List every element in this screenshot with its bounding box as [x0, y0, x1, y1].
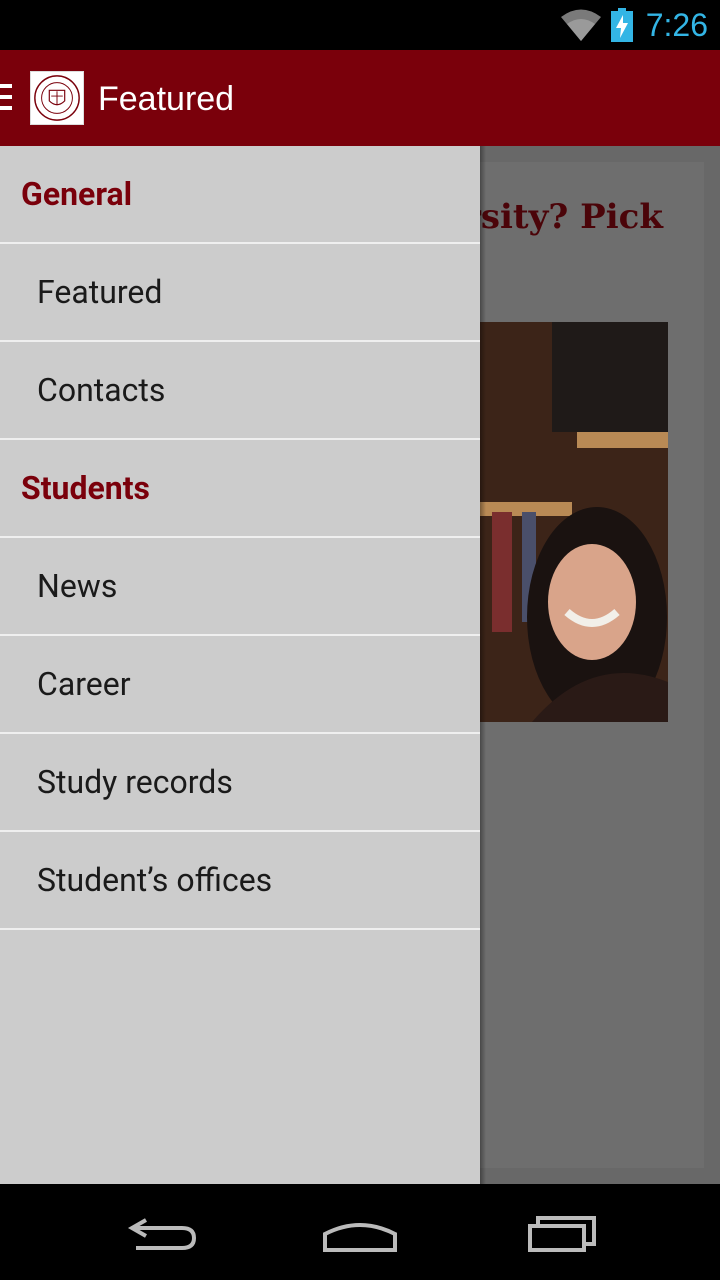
home-icon[interactable] — [320, 1198, 400, 1268]
status-bar: 7:26 — [0, 0, 720, 50]
back-icon[interactable] — [120, 1198, 200, 1268]
wifi-icon — [561, 9, 601, 41]
drawer-item-study-records[interactable]: Study records — [0, 734, 480, 832]
system-navigation-bar — [0, 1184, 720, 1280]
drawer-section-students: Students — [0, 440, 480, 538]
drawer-shadow — [480, 146, 486, 1184]
drawer-item-students-offices[interactable]: Student’s offices — [0, 832, 480, 930]
recents-icon[interactable] — [520, 1198, 600, 1268]
drawer-item-featured[interactable]: Featured — [0, 244, 480, 342]
battery-charging-icon — [611, 8, 633, 42]
drawer-item-news[interactable]: News — [0, 538, 480, 636]
university-seal-logo[interactable] — [30, 71, 84, 125]
drawer-section-general: General — [0, 146, 480, 244]
drawer-item-contacts[interactable]: Contacts — [0, 342, 480, 440]
status-time: 7:26 — [645, 7, 708, 43]
navigation-drawer: General Featured Contacts Students News … — [0, 146, 480, 1184]
page-title: Featured — [98, 80, 235, 118]
drawer-item-career[interactable]: Career — [0, 636, 480, 734]
drawer-toggle-icon[interactable] — [0, 84, 12, 114]
